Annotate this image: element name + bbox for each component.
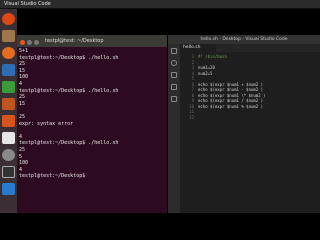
bottom-area (0, 213, 320, 240)
terminal-line: testpl@test:~/Desktop$ (19, 173, 89, 180)
files-icon[interactable] (2, 30, 15, 42)
terminal-line: 4 (19, 166, 23, 173)
terminal-titlebar: testpl@test: ~/Desktop (17, 35, 167, 47)
explorer-icon[interactable] (171, 48, 177, 54)
firefox-icon[interactable] (2, 47, 15, 59)
libreoffice-writer-icon[interactable] (2, 64, 15, 76)
terminal-line: 25 (19, 146, 26, 153)
tab-label: hello.sh (183, 45, 201, 50)
terminal-line: 15 (19, 100, 26, 107)
close-icon[interactable] (20, 40, 25, 45)
terminal-line: expr: syntax error (19, 120, 74, 127)
terminal-line: 4 (19, 80, 23, 87)
ubuntu-icon[interactable] (2, 13, 15, 25)
debug-icon[interactable] (171, 84, 177, 90)
minimize-icon[interactable] (27, 40, 32, 45)
terminal-line: testpl@test:~/Desktop$ ./hello.sh (19, 87, 119, 94)
line-numbers: 1 2 3 4 5 6 7 8 9 10 11 12 (189, 54, 194, 120)
terminal-line: 5+1 (19, 48, 29, 54)
terminal-output[interactable]: 5+1 testpl@test:~/Desktop$ ./hello.sh 25 15… (19, 48, 165, 210)
software-center-icon[interactable] (2, 115, 15, 127)
maximize-icon[interactable] (34, 40, 39, 45)
terminal-line: 5 (19, 153, 23, 160)
code-text[interactable]: #! /bin/bash num1=20 num2=5 echo $(expr $… (198, 54, 320, 109)
libreoffice-impress-icon[interactable] (2, 98, 15, 110)
unity-launcher (0, 9, 17, 231)
vscode-activity-bar (168, 44, 180, 213)
terminal-title: testpl@test: ~/Desktop (45, 38, 104, 44)
terminal-line: 4 (19, 133, 23, 140)
terminal-icon[interactable] (2, 166, 15, 178)
terminal-line: 100 (19, 160, 29, 167)
tab-hello-sh[interactable]: hello.sh (180, 44, 216, 52)
terminal-line: 100 (19, 74, 29, 81)
libreoffice-calc-icon[interactable] (2, 81, 15, 93)
settings-icon[interactable] (2, 149, 15, 161)
editor-tabs: hello.sh (180, 44, 320, 52)
terminal-line: testpl@test:~/Desktop$ ./hello.sh (19, 140, 119, 147)
terminal-line: 25 (19, 113, 26, 120)
vscode-icon[interactable] (2, 183, 15, 195)
vscode-title: hello.sh - Desktop - Visual Studio Code (200, 37, 288, 42)
source-control-icon[interactable] (171, 72, 177, 78)
code-editor[interactable]: 1 2 3 4 5 6 7 8 9 10 11 12 #! /bin/bash … (180, 52, 320, 213)
vscode-titlebar: hello.sh - Desktop - Visual Studio Code (168, 35, 320, 44)
terminal-line: 25 (19, 61, 26, 68)
code-line: echo $(expr $num1 % $num2 ) (198, 103, 264, 109)
search-icon[interactable] (171, 60, 177, 66)
terminal-line: testpl@test:~/Desktop$ ./hello.sh (19, 54, 119, 61)
terminal-line: 25 (19, 94, 26, 101)
active-app-title: Visual Studio Code (4, 1, 51, 7)
extensions-icon[interactable] (171, 96, 177, 102)
system-top-bar: Visual Studio Code (0, 0, 320, 9)
amazon-icon[interactable] (2, 132, 15, 144)
terminal-line: 15 (19, 67, 26, 74)
